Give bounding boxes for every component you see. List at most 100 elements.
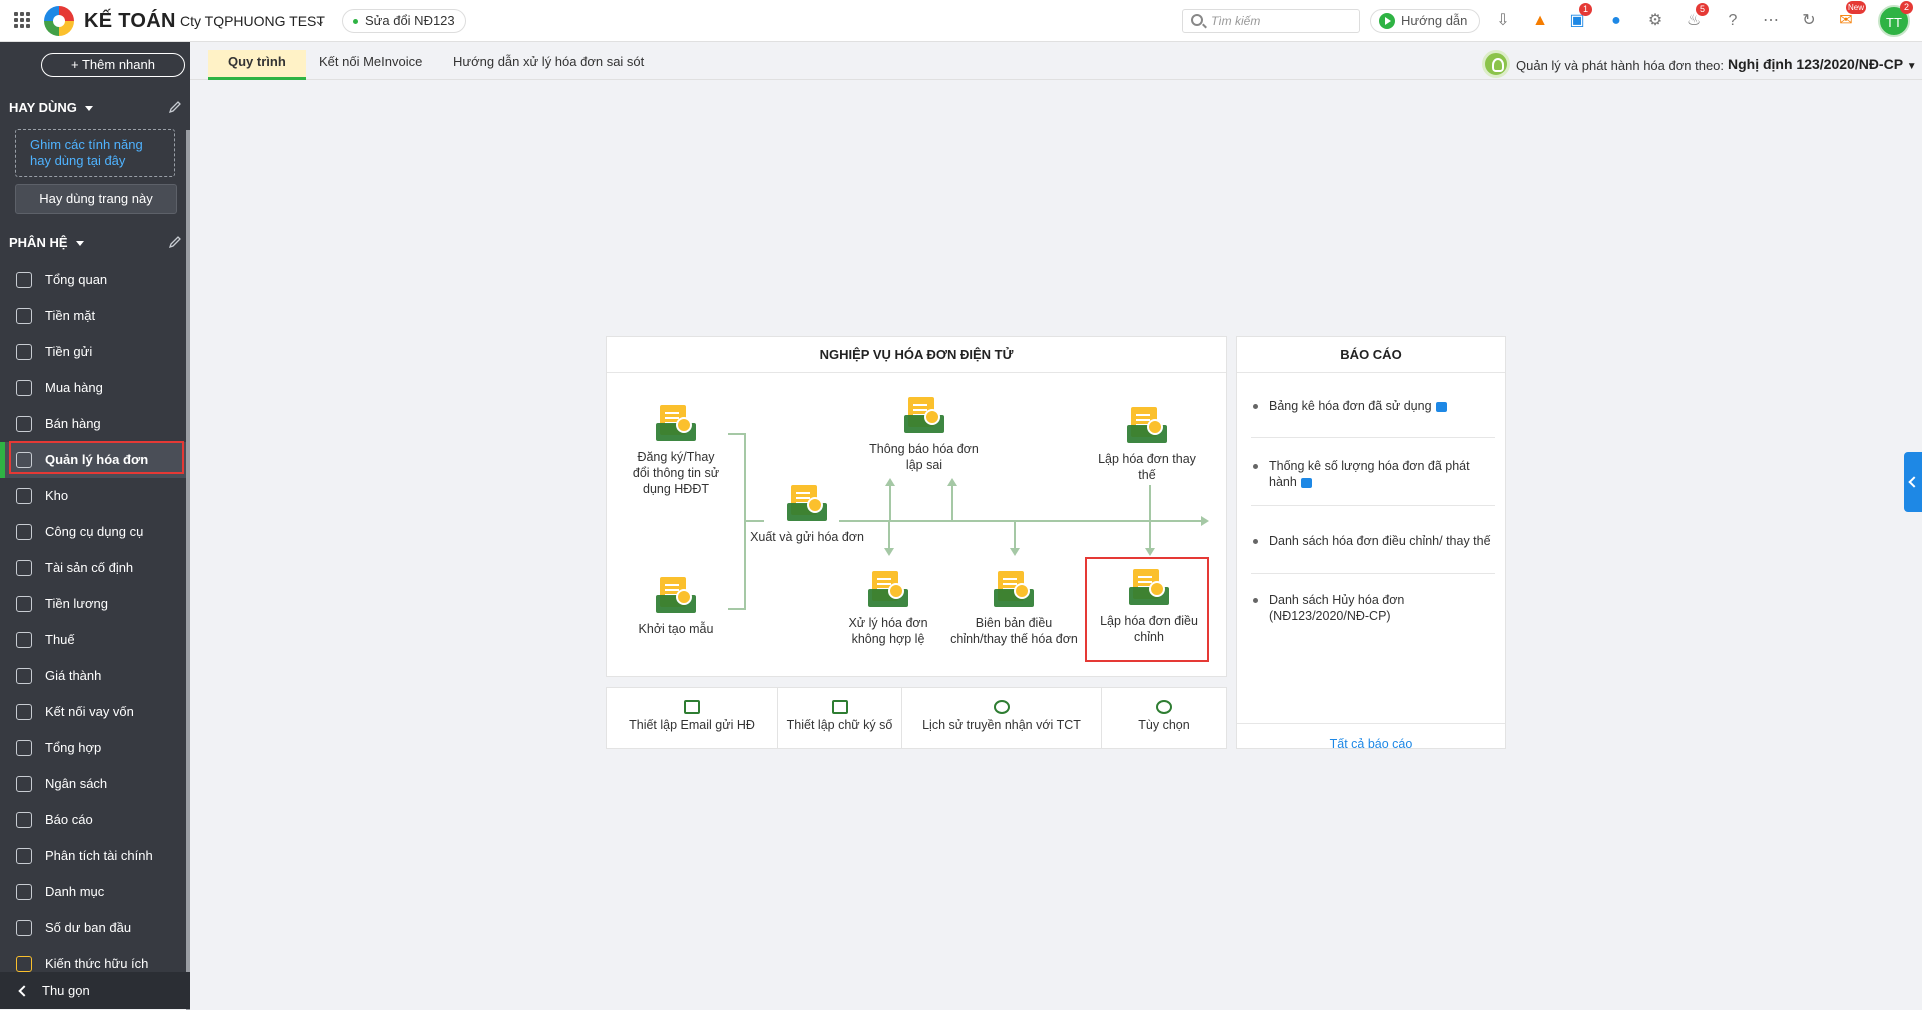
sidebar-item-label: Danh mục (45, 884, 105, 899)
edit-icon[interactable] (168, 235, 182, 249)
transmission-history-label: Lịch sử truyền nhận với TCT (922, 718, 1081, 732)
sidebar-item-cash[interactable]: Tiền mặt (0, 298, 186, 334)
connector (1014, 521, 1016, 551)
sidebar-item-reports[interactable]: Báo cáo (0, 802, 186, 838)
tools-icon (16, 524, 32, 540)
arrow-right-icon (1201, 516, 1209, 526)
favorites-title[interactable]: HAY DÙNG (9, 100, 93, 115)
quick-add-button[interactable]: + Thêm nhanh (41, 53, 185, 77)
sidebar-item-loan[interactable]: Kết nối vay vốn (0, 694, 186, 730)
sidebar-item-overview[interactable]: Tổng quan (0, 262, 186, 298)
sidebar-item-label: Kết nối vay vốn (45, 704, 134, 719)
replace-label: Lập hóa đơn thay thế (1098, 452, 1196, 482)
gift-icon[interactable]: ✉ New (1836, 1, 1867, 31)
sidebar-item-label: Kiến thức hữu ích (45, 956, 149, 971)
register-node[interactable]: Đăng ký/Thay đổi thông tin sử dụng HĐĐT (631, 405, 721, 497)
all-reports-link[interactable]: Tất cả báo cáo (1237, 723, 1505, 764)
edit-icon[interactable] (168, 100, 182, 114)
options-button[interactable]: Tùy chọn (1102, 688, 1226, 748)
sidebar: + Thêm nhanh HAY DÙNG Ghim các tính năng… (0, 42, 190, 1010)
report-label: Bảng kê hóa đơn đã sử dụng (1269, 399, 1432, 413)
decree-select[interactable]: Nghị định 123/2020/NĐ-CP ▼ (1728, 56, 1917, 72)
report-link[interactable]: Thống kê số lượng hóa đơn đã phát hành (1251, 458, 1493, 490)
workflow-title: NGHIỆP VỤ HÓA ĐƠN ĐIỆN TỬ (607, 337, 1226, 373)
sidebar-item-general[interactable]: Tổng hợp (0, 730, 186, 766)
settings-toolbar: Thiết lập Email gửi HĐ Thiết lập chữ ký … (606, 687, 1227, 749)
company-name[interactable]: Cty TQPHUONG TEST (180, 13, 325, 29)
version-badge[interactable]: Sửa đổi NĐ123 (342, 9, 466, 33)
sync-icon[interactable]: ↻ (1799, 11, 1819, 31)
report-link[interactable]: Bảng kê hóa đơn đã sử dụng (1251, 398, 1493, 414)
sidebar-item-tax[interactable]: Thuế (0, 622, 186, 658)
report-label: Danh sách hóa đơn điều chỉnh/ thay thế (1269, 534, 1491, 548)
minutes-node[interactable]: Biên bản điều chỉnh/thay thế hóa đơn (946, 571, 1082, 647)
error-notice-node[interactable]: Thông báo hóa đơn lập sai (869, 397, 979, 473)
export-icon[interactable] (1435, 401, 1447, 412)
sidebar-item-opening-balance[interactable]: Số dư ban đầu (0, 910, 186, 946)
avatar-initials: TT (1886, 15, 1902, 30)
tax-icon (16, 632, 32, 648)
top-bar: KẾ TOÁN Cty TQPHUONG TEST ⌄ Sửa đổi NĐ12… (0, 0, 1922, 42)
sidebar-item-sales[interactable]: Bán hàng (0, 406, 186, 442)
modules-title[interactable]: PHÂN HỆ (9, 235, 84, 250)
chevron-down-icon[interactable]: ⌄ (314, 12, 326, 29)
search-placeholder: Tìm kiếm (1211, 14, 1261, 28)
shopping-bag-icon (16, 380, 32, 396)
search-input[interactable]: Tìm kiếm (1182, 9, 1360, 33)
signature-settings-button[interactable]: Thiết lập chữ ký số (778, 688, 902, 748)
sidebar-item-financial-analysis[interactable]: Phân tích tài chính (0, 838, 186, 874)
side-panel-toggle[interactable] (1904, 452, 1922, 512)
sidebar-item-budget[interactable]: Ngân sách (0, 766, 186, 802)
sidebar-item-salary[interactable]: Tiền lương (0, 586, 186, 622)
email-settings-button[interactable]: Thiết lập Email gửi HĐ (607, 688, 778, 748)
adjust-invoice-highlight (1085, 557, 1209, 662)
sidebar-item-catalog[interactable]: Danh mục (0, 874, 186, 910)
invalid-invoice-label: Xử lý hóa đơn không hợp lệ (848, 616, 928, 646)
invalid-invoice-node[interactable]: Xử lý hóa đơn không hợp lệ (833, 571, 943, 647)
favorites-title-label: HAY DÙNG (9, 100, 77, 115)
sidebar-item-fixed-assets[interactable]: Tài sản cố định (0, 550, 186, 586)
app-grid-icon[interactable] (14, 12, 30, 28)
megaphone-icon[interactable]: ▲ (1530, 11, 1550, 31)
reports-title: BÁO CÁO (1237, 337, 1505, 373)
tab-workflow[interactable]: Quy trình (208, 50, 306, 80)
sidebar-item-purchase[interactable]: Mua hàng (0, 370, 186, 406)
tab-meinvoice[interactable]: Kết nối MeInvoice (319, 50, 422, 80)
caret-down-icon (84, 106, 93, 112)
export-icon[interactable] (1300, 477, 1312, 488)
issue-send-node[interactable]: Xuất và gửi hóa đơn (747, 485, 867, 545)
sidebar-item-deposit[interactable]: Tiền gửi (0, 334, 186, 370)
collapse-sidebar-button[interactable]: Thu gọn (0, 972, 190, 1009)
caret-down-icon (75, 241, 84, 247)
sidebar-item-warehouse[interactable]: Kho (0, 478, 186, 514)
connector (888, 521, 890, 551)
cart-icon[interactable]: ▣ 1 (1567, 3, 1592, 31)
arrow-up-icon (947, 478, 957, 486)
sidebar-item-label: Tiền gửi (45, 344, 93, 359)
budget-icon (16, 776, 32, 792)
sidebar-scrollbar[interactable] (186, 130, 190, 1010)
help-icon[interactable]: ? (1723, 11, 1743, 31)
sidebar-item-tools[interactable]: Công cụ dụng cụ (0, 514, 186, 550)
more-icon[interactable]: ⋯ (1761, 11, 1781, 31)
report-label: Thống kê số lượng hóa đơn đã phát hành (1269, 459, 1470, 489)
transmission-history-button[interactable]: Lịch sử truyền nhận với TCT (902, 688, 1102, 748)
gear-icon[interactable]: ⚙ (1645, 11, 1665, 31)
module-nav: Tổng quan Tiền mặt Tiền gửi Mua hàng Bán… (0, 262, 186, 982)
report-link[interactable]: Danh sách hóa đơn điều chỉnh/ thay thế (1251, 533, 1493, 549)
minutes-icon (994, 571, 1034, 611)
download-icon[interactable]: ⇩ (1493, 11, 1513, 31)
chat-icon[interactable]: ● (1606, 11, 1626, 31)
replace-node[interactable]: Lập hóa đơn thay thế (1092, 407, 1202, 483)
use-this-page-button[interactable]: Hay dùng trang này (15, 184, 177, 214)
sidebar-item-cost[interactable]: Giá thành (0, 658, 186, 694)
tab-error-guide[interactable]: Hướng dẫn xử lý hóa đơn sai sót (453, 50, 644, 80)
report-link[interactable]: Danh sách Hủy hóa đơn (NĐ123/2020/NĐ-CP) (1251, 592, 1493, 624)
create-template-node[interactable]: Khởi tạo mẫu (631, 577, 721, 637)
brand-name: KẾ TOÁN (84, 10, 176, 32)
avatar[interactable]: TT 2 (1878, 1, 1913, 37)
bell-icon[interactable]: ♨ 5 (1684, 3, 1709, 31)
connector (889, 485, 891, 521)
guide-button[interactable]: Hướng dẫn (1370, 9, 1481, 33)
template-icon (656, 577, 696, 617)
